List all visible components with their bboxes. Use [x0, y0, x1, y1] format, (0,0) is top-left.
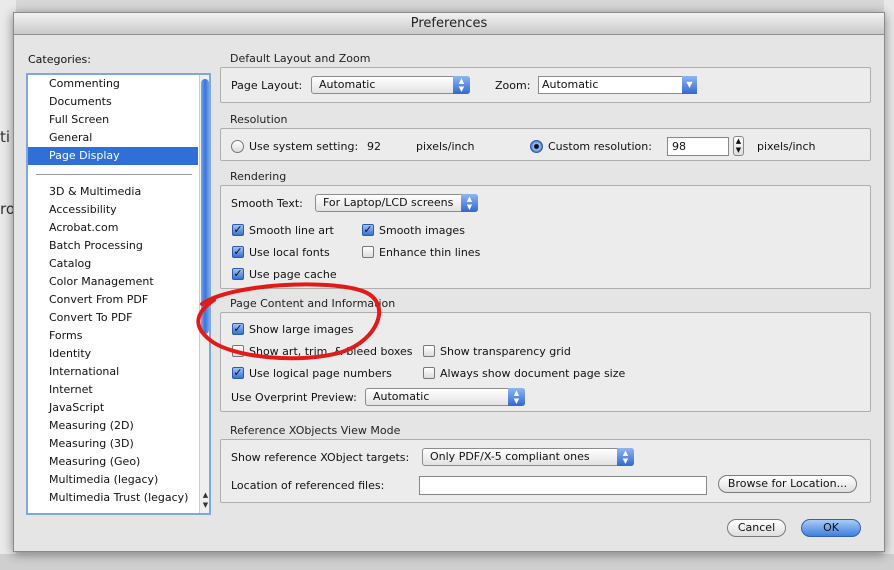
show-transparency-grid-label: Show transparency grid: [440, 345, 571, 358]
smooth-images-label: Smooth images: [379, 224, 465, 237]
preferences-dialog: Preferences Categories: Commenting Docum…: [13, 12, 885, 552]
background-window-edge-bottom: [0, 554, 894, 570]
category-item-3d-multimedia[interactable]: 3D & Multimedia: [28, 183, 198, 201]
use-page-cache-label: Use page cache: [249, 268, 337, 281]
zoom-label: Zoom:: [495, 79, 531, 92]
page-layout-select[interactable]: Automatic ▲ ▼: [311, 76, 470, 94]
smooth-line-art-label: Smooth line art: [249, 224, 334, 237]
custom-resolution-label: Custom resolution:: [548, 140, 652, 153]
show-art-trim-bleed-label: Show art, trim, & bleed boxes: [249, 345, 413, 358]
categories-scrollbar[interactable]: ▲ ▼: [199, 75, 209, 513]
category-item-page-display[interactable]: Page Display: [28, 147, 198, 165]
category-item-measuring-2d[interactable]: Measuring (2D): [28, 417, 198, 435]
smooth-images-checkbox[interactable]: ✓: [362, 224, 374, 236]
smooth-text-label: Smooth Text:: [231, 197, 303, 210]
category-item-javascript[interactable]: JavaScript: [28, 399, 198, 417]
category-item-convert-from-pdf[interactable]: Convert From PDF: [28, 291, 198, 309]
category-item-color-management[interactable]: Color Management: [28, 273, 198, 291]
system-resolution-unit: pixels/inch: [416, 140, 475, 153]
category-item-commenting[interactable]: Commenting: [28, 75, 198, 93]
location-field[interactable]: [419, 476, 707, 495]
categories-list[interactable]: Commenting Documents Full Screen General…: [26, 73, 211, 515]
categories-label: Categories:: [28, 53, 91, 66]
scrollbar-thumb[interactable]: [201, 79, 209, 334]
category-item-internet[interactable]: Internet: [28, 381, 198, 399]
enhance-thin-lines-label: Enhance thin lines: [379, 246, 481, 259]
page-layout-label: Page Layout:: [231, 79, 303, 92]
chevron-up-down-icon: ▲ ▼: [453, 76, 470, 94]
category-item-forms[interactable]: Forms: [28, 327, 198, 345]
category-item-convert-to-pdf[interactable]: Convert To PDF: [28, 309, 198, 327]
use-system-setting-label: Use system setting:: [249, 140, 359, 153]
category-item-multimedia-legacy[interactable]: Multimedia (legacy): [28, 471, 198, 489]
chevron-up-down-icon: ▲ ▼: [508, 388, 525, 406]
page-layout-value: Automatic: [319, 78, 376, 91]
category-item-accessibility[interactable]: Accessibility: [28, 201, 198, 219]
show-art-trim-bleed-checkbox[interactable]: [232, 345, 244, 357]
show-large-images-checkbox[interactable]: ✓: [232, 323, 244, 335]
section-title-default-layout: Default Layout and Zoom: [230, 52, 371, 65]
use-logical-page-numbers-label: Use logical page numbers: [249, 367, 392, 380]
show-transparency-grid-checkbox[interactable]: [423, 345, 435, 357]
category-item-full-screen[interactable]: Full Screen: [28, 111, 198, 129]
section-title-xobjects: Reference XObjects View Mode: [230, 424, 401, 437]
category-item-measuring-3d[interactable]: Measuring (3D): [28, 435, 198, 453]
browse-location-button[interactable]: Browse for Location...: [718, 475, 857, 493]
category-item-general[interactable]: General: [28, 129, 198, 147]
scroll-down-arrow-icon[interactable]: ▼: [201, 501, 209, 510]
xobject-targets-select[interactable]: Only PDF/X-5 compliant ones ▲ ▼: [422, 448, 634, 466]
show-large-images-label: Show large images: [249, 323, 354, 336]
system-resolution-value: 92: [367, 140, 381, 153]
always-show-page-size-label: Always show document page size: [440, 367, 626, 380]
custom-resolution-unit: pixels/inch: [757, 140, 816, 153]
smooth-text-select[interactable]: For Laptop/LCD screens ▲ ▼: [315, 194, 478, 212]
background-window-edge-right: [884, 0, 894, 570]
chevron-up-down-icon: ▲ ▼: [461, 194, 478, 212]
location-label: Location of referenced files:: [231, 479, 385, 492]
ok-button[interactable]: OK: [801, 519, 861, 537]
overprint-preview-select[interactable]: Automatic ▲ ▼: [365, 388, 525, 406]
custom-resolution-radio[interactable]: [530, 140, 543, 153]
custom-resolution-field[interactable]: 98: [667, 137, 729, 156]
use-local-fonts-checkbox[interactable]: ✓: [232, 246, 244, 258]
zoom-combo[interactable]: Automatic ▼: [538, 76, 697, 94]
use-local-fonts-label: Use local fonts: [249, 246, 330, 259]
category-item-international[interactable]: International: [28, 363, 198, 381]
category-item-multimedia-trust-legacy[interactable]: Multimedia Trust (legacy): [28, 489, 198, 507]
use-logical-page-numbers-checkbox[interactable]: ✓: [232, 367, 244, 379]
overprint-preview-value: Automatic: [373, 390, 430, 403]
chevron-down-icon[interactable]: ▼: [682, 76, 697, 94]
xobject-targets-label: Show reference XObject targets:: [231, 451, 410, 464]
category-item-identity[interactable]: Identity: [28, 345, 198, 363]
section-title-page-content: Page Content and Information: [230, 297, 396, 310]
category-item-documents[interactable]: Documents: [28, 93, 198, 111]
category-item-acrobat-com[interactable]: Acrobat.com: [28, 219, 198, 237]
enhance-thin-lines-checkbox[interactable]: [362, 246, 374, 258]
resolution-stepper-icon[interactable]: ▲ ▼: [733, 136, 744, 156]
xobject-targets-value: Only PDF/X-5 compliant ones: [430, 450, 590, 463]
category-divider: [36, 174, 192, 175]
smooth-text-value: For Laptop/LCD screens: [323, 196, 454, 209]
scroll-up-arrow-icon[interactable]: ▲: [201, 491, 209, 500]
category-item-batch-processing[interactable]: Batch Processing: [28, 237, 198, 255]
category-item-measuring-geo[interactable]: Measuring (Geo): [28, 453, 198, 471]
chevron-up-down-icon: ▲ ▼: [617, 448, 634, 466]
background-text-fragment: ti: [0, 128, 11, 146]
zoom-value: Automatic: [542, 78, 599, 91]
category-item-catalog[interactable]: Catalog: [28, 255, 198, 273]
use-page-cache-checkbox[interactable]: ✓: [232, 268, 244, 280]
smooth-line-art-checkbox[interactable]: ✓: [232, 224, 244, 236]
window-title: Preferences: [14, 13, 884, 35]
overprint-preview-label: Use Overprint Preview:: [231, 391, 357, 404]
section-title-rendering: Rendering: [230, 170, 287, 183]
use-system-setting-radio[interactable]: [231, 140, 244, 153]
cancel-button[interactable]: Cancel: [727, 519, 786, 537]
always-show-page-size-checkbox[interactable]: [423, 367, 435, 379]
section-title-resolution: Resolution: [230, 113, 288, 126]
